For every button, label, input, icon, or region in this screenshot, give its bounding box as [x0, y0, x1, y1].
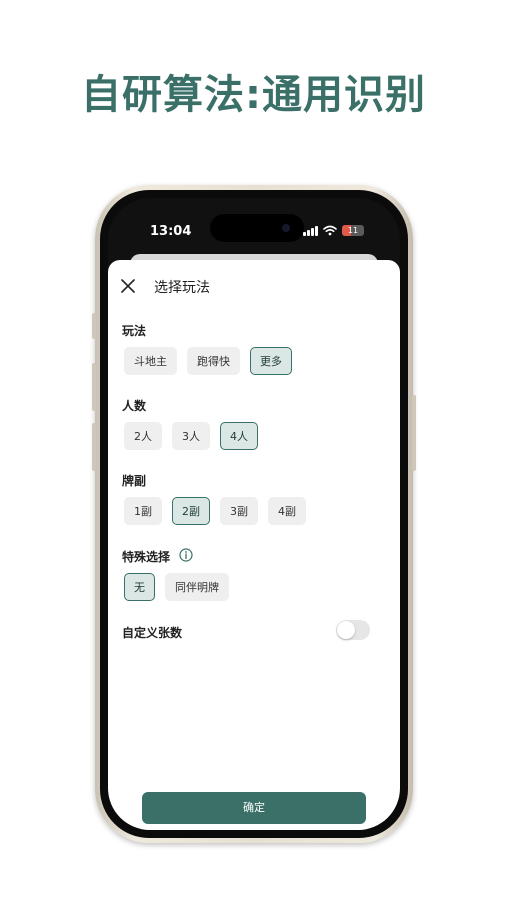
section-label-special: 特殊选择 — [122, 550, 171, 564]
option-4-players[interactable]: 4人 — [220, 422, 258, 450]
section-label-players: 人数 — [122, 399, 147, 413]
special-options: 无 同伴明牌 — [124, 573, 229, 601]
option-4-decks[interactable]: 4副 — [268, 497, 306, 525]
wifi-icon — [323, 225, 337, 236]
option-2-decks[interactable]: 2副 — [172, 497, 210, 525]
action-button — [92, 313, 96, 339]
power-button — [412, 395, 416, 471]
camera-icon — [282, 224, 290, 232]
close-icon[interactable] — [120, 278, 136, 294]
custom-count-toggle[interactable] — [336, 620, 370, 640]
volume-down-button — [92, 423, 96, 471]
status-bar: 13:04 11 — [108, 198, 400, 258]
option-3-players[interactable]: 3人 — [172, 422, 210, 450]
section-label-custom-count: 自定义张数 — [122, 626, 183, 640]
sheet-header: 选择玩法 — [108, 260, 400, 312]
info-icon[interactable] — [179, 548, 193, 562]
battery-level: 11 — [347, 226, 359, 235]
players-options: 2人 3人 4人 — [124, 422, 258, 450]
phone-frame: 13:04 11 选择玩法 玩法 斗地主 跑得快 更多 人数 2人 3人 4人 … — [92, 185, 416, 843]
phone-screen: 13:04 11 选择玩法 玩法 斗地主 跑得快 更多 人数 2人 3人 4人 … — [108, 198, 400, 830]
option-2-players[interactable]: 2人 — [124, 422, 162, 450]
volume-up-button — [92, 363, 96, 411]
decks-options: 1副 2副 3副 4副 — [124, 497, 306, 525]
dynamic-island — [210, 214, 304, 242]
option-more[interactable]: 更多 — [250, 347, 292, 375]
option-3-decks[interactable]: 3副 — [220, 497, 258, 525]
signal-icon — [303, 225, 318, 236]
play-mode-sheet: 选择玩法 玩法 斗地主 跑得快 更多 人数 2人 3人 4人 牌副 1副 2副 … — [108, 260, 400, 830]
status-time: 13:04 — [150, 224, 192, 239]
phone-bezel: 13:04 11 选择玩法 玩法 斗地主 跑得快 更多 人数 2人 3人 4人 … — [100, 190, 408, 838]
confirm-button[interactable]: 确定 — [142, 792, 366, 824]
section-label-decks: 牌副 — [122, 474, 147, 488]
option-none[interactable]: 无 — [124, 573, 155, 601]
toggle-knob — [337, 621, 355, 639]
game-mode-options: 斗地主 跑得快 更多 — [124, 347, 292, 375]
battery-icon: 11 — [342, 225, 364, 236]
sheet-title: 选择玩法 — [154, 280, 210, 296]
section-label-game-mode: 玩法 — [122, 324, 147, 338]
option-doudizhu[interactable]: 斗地主 — [124, 347, 177, 375]
status-icons: 11 — [303, 225, 364, 236]
headline: 自研算法:通用识别 — [81, 72, 426, 118]
option-partner-open-cards[interactable]: 同伴明牌 — [165, 573, 229, 601]
option-paodekuai[interactable]: 跑得快 — [187, 347, 240, 375]
option-1-deck[interactable]: 1副 — [124, 497, 162, 525]
